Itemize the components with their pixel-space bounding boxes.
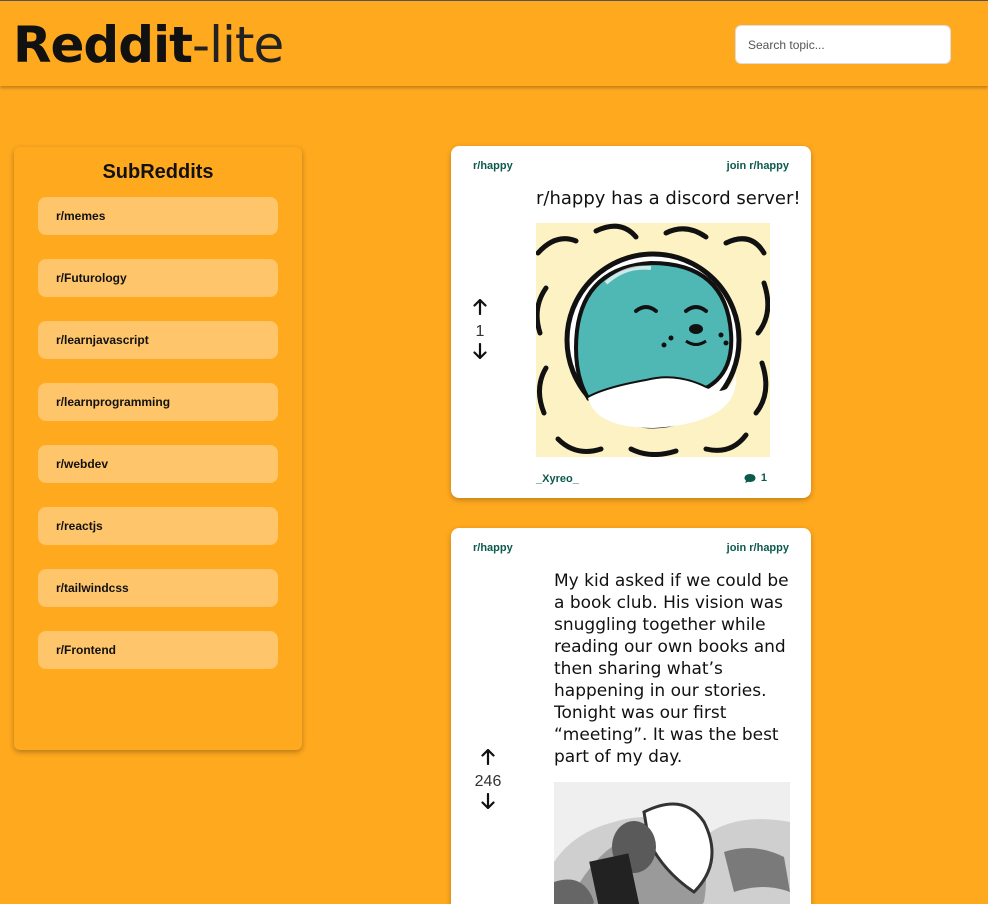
logo-bold-text: Reddit (13, 16, 193, 74)
post-title[interactable]: My kid asked if we could be a book club.… (554, 570, 794, 768)
sidebar-item-learnprogramming[interactable]: r/learnprogramming (38, 383, 278, 421)
post-image[interactable] (554, 782, 790, 904)
sidebar-item-webdev[interactable]: r/webdev (38, 445, 278, 483)
app-header: Reddit-lite (0, 1, 988, 86)
post-card: r/happy join r/happy 246 My kid asked if… (451, 528, 811, 904)
sidebar-item-futurology[interactable]: r/Futurology (38, 259, 278, 297)
sidebar-item-learnjavascript[interactable]: r/learnjavascript (38, 321, 278, 359)
post-subreddit-link[interactable]: r/happy (473, 160, 513, 172)
arrow-up-icon[interactable] (464, 298, 496, 321)
vote-controls: 246 (472, 748, 504, 815)
subreddits-sidebar: SubReddits r/memes r/Futurology r/learnj… (14, 147, 302, 750)
sidebar-item-memes[interactable]: r/memes (38, 197, 278, 235)
post-subreddit-link[interactable]: r/happy (473, 542, 513, 554)
comments-button[interactable]: 1 (744, 472, 767, 484)
comment-count: 1 (760, 472, 767, 484)
app-logo[interactable]: Reddit-lite (13, 16, 284, 74)
post-image[interactable] (536, 223, 770, 457)
vote-count: 1 (475, 323, 485, 340)
vote-controls: 1 (464, 298, 496, 365)
sidebar-title: SubReddits (102, 161, 214, 183)
arrow-up-icon[interactable] (472, 748, 504, 771)
post-author[interactable]: _Xyreo_ (536, 473, 579, 485)
book-club-photo (554, 782, 790, 904)
vote-count: 246 (474, 773, 502, 790)
sidebar-item-reactjs[interactable]: r/reactjs (38, 507, 278, 545)
comment-icon (744, 473, 756, 483)
arrow-down-icon[interactable] (464, 342, 496, 365)
sidebar-item-tailwindcss[interactable]: r/tailwindcss (38, 569, 278, 607)
join-subreddit-link[interactable]: join r/happy (727, 160, 789, 172)
logo-light-text: -lite (192, 16, 284, 74)
arrow-down-icon[interactable] (472, 792, 504, 815)
post-card: r/happy join r/happy 1 r/happy has a dis… (451, 146, 811, 498)
post-title[interactable]: r/happy has a discord server! (536, 188, 801, 209)
sidebar-item-frontend[interactable]: r/Frontend (38, 631, 278, 669)
seal-illustration (536, 223, 770, 457)
search-input[interactable] (735, 25, 951, 64)
join-subreddit-link[interactable]: join r/happy (727, 542, 789, 554)
